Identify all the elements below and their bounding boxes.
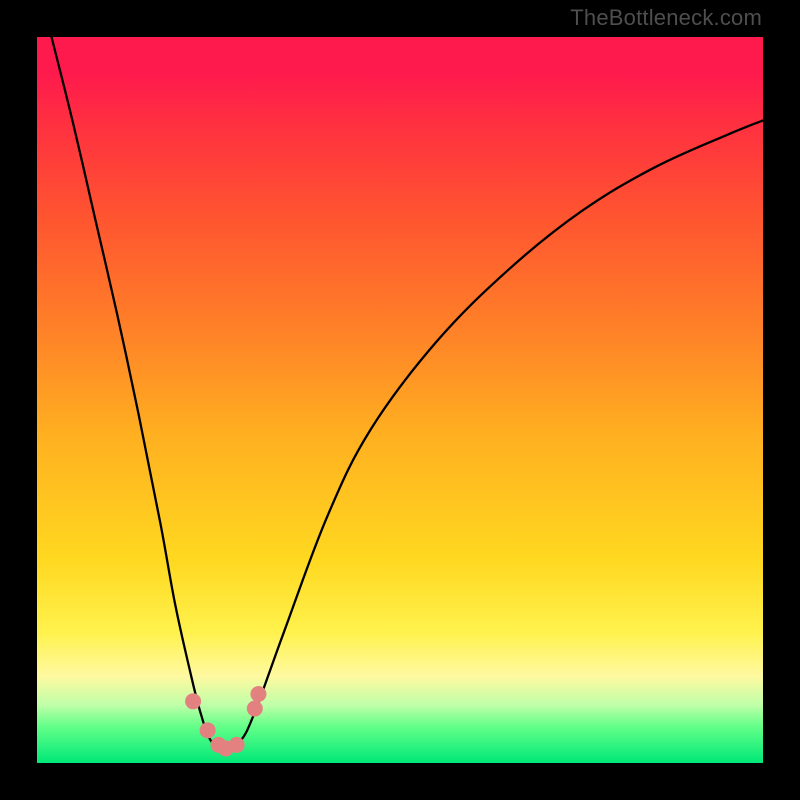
marker-dot xyxy=(250,686,266,702)
chart-frame: TheBottleneck.com xyxy=(0,0,800,800)
marker-dot xyxy=(200,722,216,738)
plot-area xyxy=(37,37,763,763)
bottleneck-curve xyxy=(52,37,763,748)
marker-dot xyxy=(247,701,263,717)
watermark-text: TheBottleneck.com xyxy=(570,5,762,31)
marker-dot xyxy=(229,737,245,753)
chart-svg xyxy=(37,37,763,763)
marker-dot xyxy=(185,693,201,709)
curve-bottom-markers xyxy=(185,686,266,756)
